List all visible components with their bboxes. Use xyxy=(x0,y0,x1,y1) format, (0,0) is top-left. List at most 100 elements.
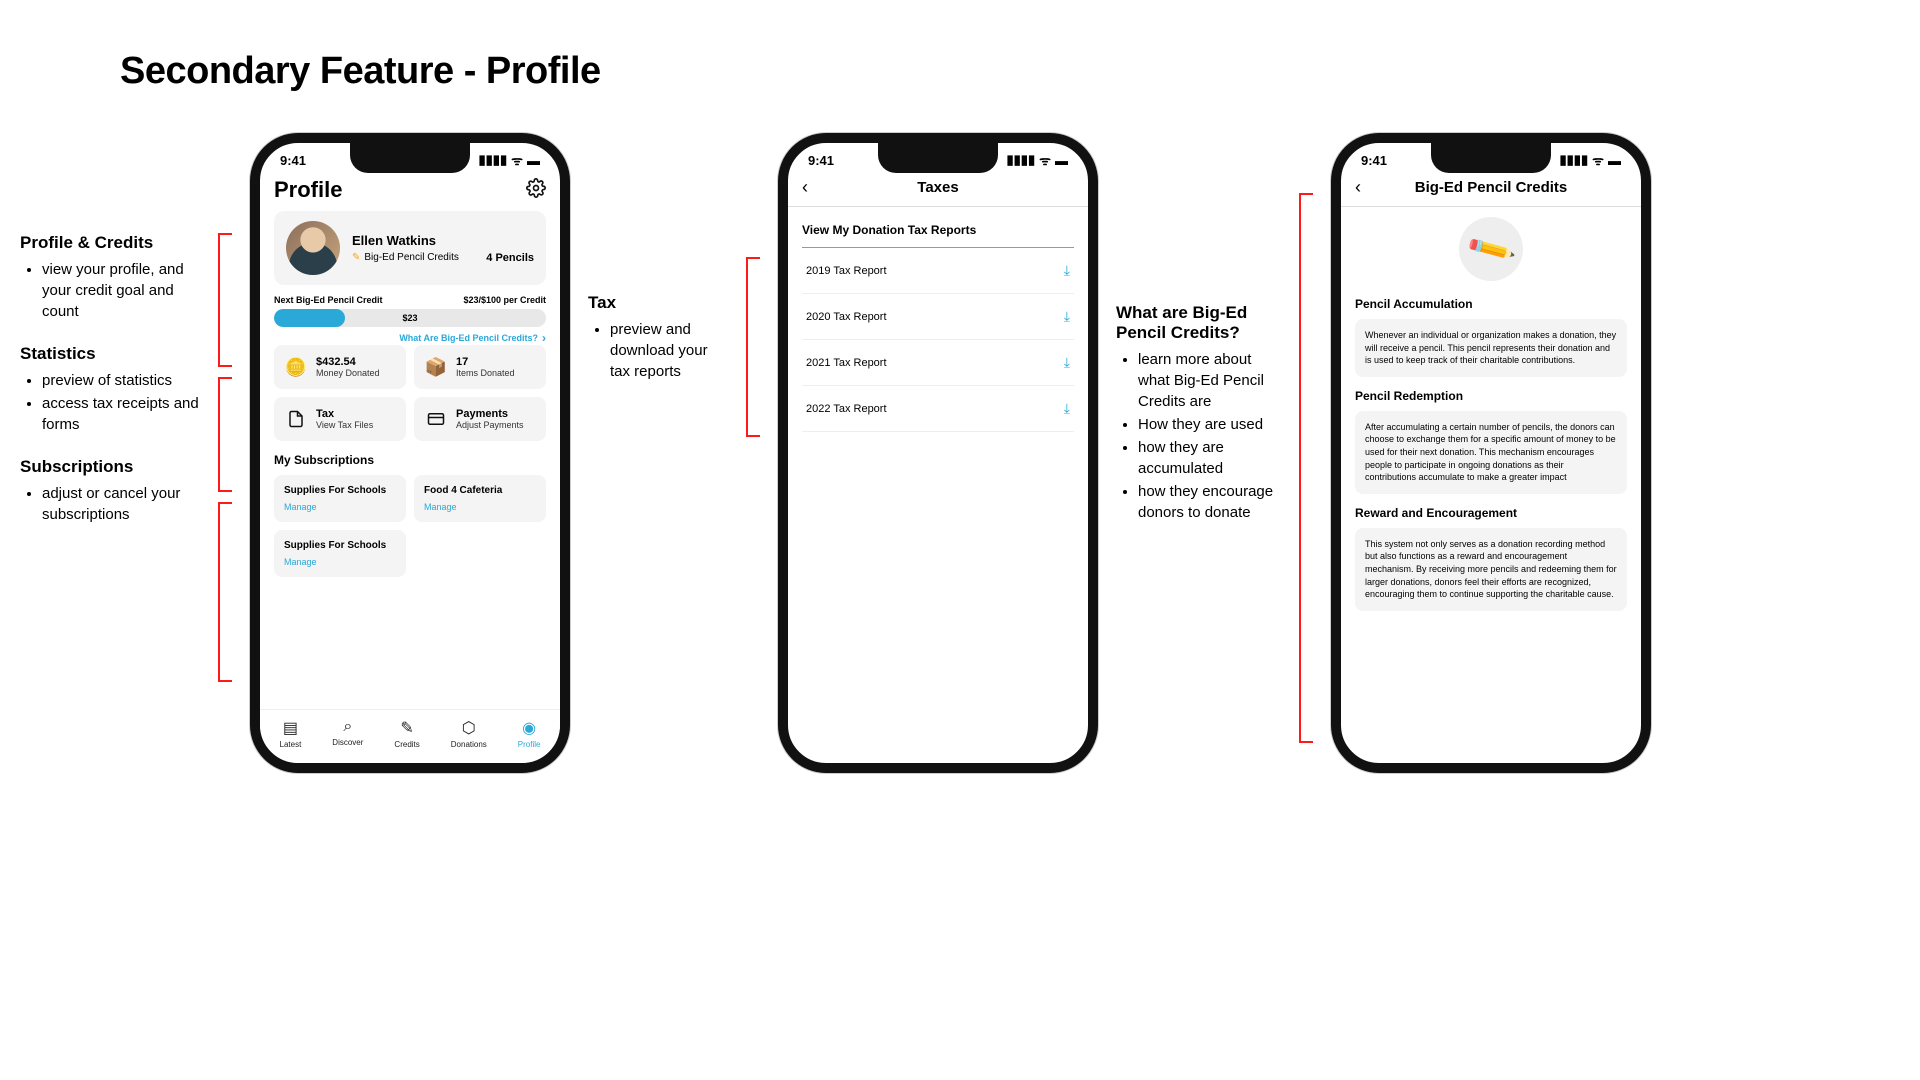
ann-bullet: preview and download your tax reports xyxy=(610,319,728,382)
pencil-hero-icon: ✏️ xyxy=(1447,205,1534,292)
money-value: $432.54 xyxy=(316,356,380,368)
ann-bullet: learn more about what Big-Ed Pencil Cred… xyxy=(1138,349,1281,412)
tax-report-row[interactable]: 2021 Tax Report ⤓ xyxy=(802,340,1074,386)
annotation-credits: What are Big-Ed Pencil Credits? learn mo… xyxy=(1116,133,1281,525)
tab-discover[interactable]: ⌕Discover xyxy=(332,718,363,749)
user-name: Ellen Watkins xyxy=(352,233,534,248)
tax-report-row[interactable]: 2020 Tax Report ⤓ xyxy=(802,294,1074,340)
annotation-tax: Tax preview and download your tax report… xyxy=(588,133,728,384)
signal-icon: ▮▮▮▮ xyxy=(479,152,508,168)
ann-tax-title: Tax xyxy=(588,293,728,313)
info-card: This system not only serves as a donatio… xyxy=(1355,528,1627,611)
items-value: 17 xyxy=(456,356,515,368)
phone-profile: 9:41 ▮▮▮▮ ᯤ ▬ Profile Ellen Watkins ✎Big… xyxy=(250,133,570,773)
download-icon[interactable]: ⤓ xyxy=(1064,354,1070,371)
page-title: Profile xyxy=(274,177,342,203)
bracket-tax xyxy=(746,133,760,437)
tax-report-label: 2020 Tax Report xyxy=(806,311,887,323)
back-button[interactable]: ‹ xyxy=(802,177,822,198)
ann-credits-title: What are Big-Ed Pencil Credits? xyxy=(1116,303,1281,343)
page-title: Big-Ed Pencil Credits xyxy=(1375,179,1607,196)
tax-report-label: 2021 Tax Report xyxy=(806,357,887,369)
device-notch xyxy=(1431,143,1551,173)
bracket-left xyxy=(218,133,232,682)
slide-title: Secondary Feature - Profile xyxy=(120,50,1900,93)
coins-icon: 🪙 xyxy=(284,355,308,379)
page-title: Taxes xyxy=(822,179,1054,196)
credit-progress: $23 xyxy=(274,309,546,327)
stat-payments[interactable]: PaymentsAdjust Payments xyxy=(414,397,546,441)
tab-profile[interactable]: ◉Profile xyxy=(518,718,541,749)
download-icon[interactable]: ⤓ xyxy=(1064,400,1070,417)
per-credit-label: $23/$100 per Credit xyxy=(463,295,546,305)
stat-money[interactable]: 🪙 $432.54Money Donated xyxy=(274,345,406,389)
manage-link[interactable]: Manage xyxy=(284,502,396,512)
what-are-credits-link[interactable]: What Are Big-Ed Pencil Credits? xyxy=(274,331,546,345)
payments-value: Payments xyxy=(456,408,524,420)
bracket-credits xyxy=(1299,133,1313,743)
pencil-icon: ✎ xyxy=(352,252,360,263)
news-icon: ▤ xyxy=(283,718,298,738)
tax-report-row[interactable]: 2022 Tax Report ⤓ xyxy=(802,386,1074,432)
info-heading: Reward and Encouragement xyxy=(1355,506,1627,520)
manage-link[interactable]: Manage xyxy=(424,502,536,512)
credits-label: Big-Ed Pencil Credits xyxy=(364,252,458,263)
download-icon[interactable]: ⤓ xyxy=(1064,308,1070,325)
signal-icon: ▮▮▮▮ xyxy=(1007,152,1036,168)
info-card: Whenever an individual or organization m… xyxy=(1355,319,1627,377)
ann-bullet: access tax receipts and forms xyxy=(42,393,200,435)
sub-name: Supplies For Schools xyxy=(284,485,396,496)
credits-count: 4 Pencils xyxy=(486,252,534,264)
subscription-card: Food 4 Cafeteria Manage xyxy=(414,475,546,522)
tab-credits[interactable]: ✎Credits xyxy=(394,718,419,749)
tax-report-label: 2019 Tax Report xyxy=(806,265,887,277)
tax-report-label: 2022 Tax Report xyxy=(806,403,887,415)
phone-credits-info: 9:41 ▮▮▮▮ᯤ▬ ‹ Big-Ed Pencil Credits ✏️ P… xyxy=(1331,133,1651,773)
document-icon xyxy=(284,407,308,431)
manage-link[interactable]: Manage xyxy=(284,557,396,567)
info-heading: Pencil Redemption xyxy=(1355,389,1627,403)
tab-bar: ▤Latest ⌕Discover ✎Credits ⬡Donations ◉P… xyxy=(260,709,560,763)
tab-donations[interactable]: ⬡Donations xyxy=(451,718,487,749)
device-notch xyxy=(350,143,470,173)
avatar[interactable] xyxy=(286,221,340,275)
tax-label: View Tax Files xyxy=(316,420,373,430)
ann-bullet: adjust or cancel your subscriptions xyxy=(42,483,200,525)
status-time: 9:41 xyxy=(808,153,834,168)
progress-value: $23 xyxy=(402,313,417,323)
status-time: 9:41 xyxy=(280,153,306,168)
ann-stats-title: Statistics xyxy=(20,344,200,364)
next-credit-label: Next Big-Ed Pencil Credit xyxy=(274,295,383,305)
ann-bullet: How they are used xyxy=(1138,414,1281,435)
download-icon[interactable]: ⤓ xyxy=(1064,262,1070,279)
layout-row: Profile & Credits view your profile, and… xyxy=(20,133,1900,773)
ann-bullet: how they encourage donors to donate xyxy=(1138,481,1281,523)
info-card: After accumulating a certain number of p… xyxy=(1355,411,1627,494)
profile-card: Ellen Watkins ✎ Big-Ed Pencil Credits 4 P… xyxy=(274,211,546,285)
card-icon xyxy=(424,407,448,431)
stat-items[interactable]: 📦 17Items Donated xyxy=(414,345,546,389)
tax-report-row[interactable]: 2019 Tax Report ⤓ xyxy=(802,248,1074,294)
annotations-left: Profile & Credits view your profile, and… xyxy=(20,133,200,547)
tax-section-header: View My Donation Tax Reports xyxy=(802,213,1074,248)
ann-subs-title: Subscriptions xyxy=(20,457,200,477)
signal-icon: ▮▮▮▮ xyxy=(1560,152,1589,168)
wifi-icon: ᯤ xyxy=(1592,151,1604,169)
ann-profile-title: Profile & Credits xyxy=(20,233,200,253)
back-button[interactable]: ‹ xyxy=(1355,177,1375,198)
stat-tax[interactable]: TaxView Tax Files xyxy=(274,397,406,441)
payments-label: Adjust Payments xyxy=(456,420,524,430)
info-heading: Pencil Accumulation xyxy=(1355,297,1627,311)
ann-bullet: preview of statistics xyxy=(42,370,200,391)
subscription-card: Supplies For Schools Manage xyxy=(274,530,406,577)
money-label: Money Donated xyxy=(316,368,380,378)
pencil-icon: ✎ xyxy=(400,718,413,738)
subscription-card: Supplies For Schools Manage xyxy=(274,475,406,522)
sub-name: Supplies For Schools xyxy=(284,540,396,551)
items-label: Items Donated xyxy=(456,368,515,378)
wifi-icon: ᯤ xyxy=(511,151,523,169)
ann-bullet: view your profile, and your credit goal … xyxy=(42,259,200,322)
tab-latest[interactable]: ▤Latest xyxy=(280,718,302,749)
settings-button[interactable] xyxy=(526,178,546,203)
tax-value: Tax xyxy=(316,408,373,420)
